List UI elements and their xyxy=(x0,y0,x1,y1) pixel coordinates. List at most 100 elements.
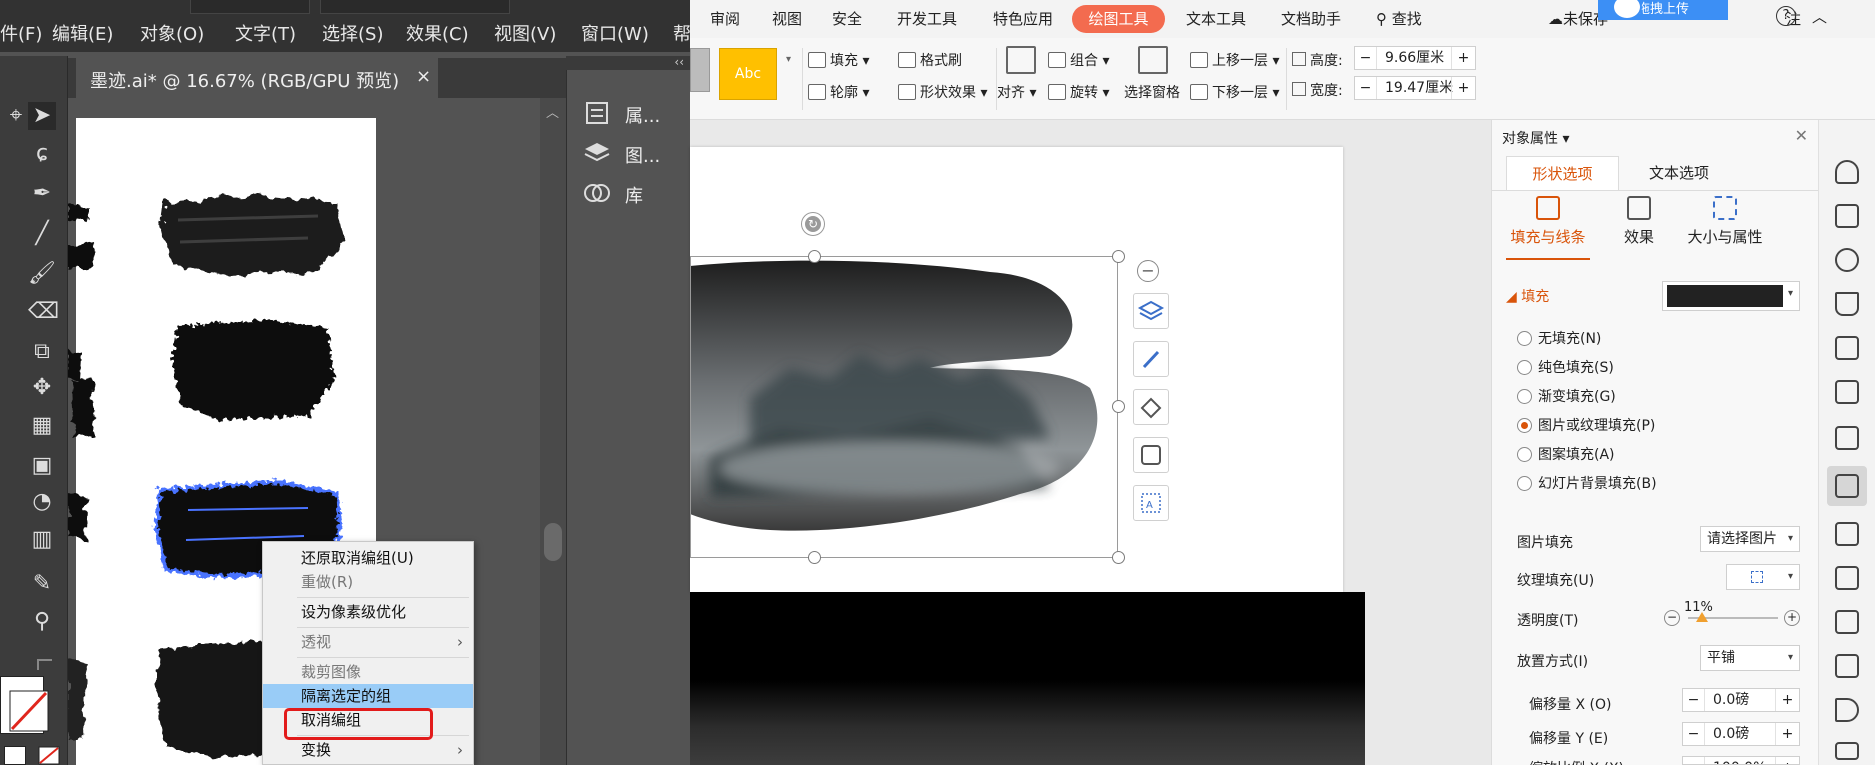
height-input[interactable]: − 9.66厘米 + xyxy=(1354,46,1476,70)
collapse-panels-icon[interactable]: ‹‹ xyxy=(674,55,684,69)
width-decrease-button[interactable]: − xyxy=(1355,77,1377,99)
zoom-tool-icon[interactable]: ⚲ xyxy=(28,608,56,636)
star-icon[interactable] xyxy=(1835,160,1859,184)
canvas-vertical-scrollbar[interactable]: ︿ xyxy=(540,98,566,765)
archive-icon[interactable] xyxy=(1835,610,1859,634)
offset-x-decrease[interactable]: − xyxy=(1683,689,1705,711)
color-mode-icon[interactable] xyxy=(4,746,26,765)
audio-icon[interactable] xyxy=(1835,698,1859,722)
shape-style-swatch-gray[interactable] xyxy=(690,48,710,92)
gradient-tool-icon[interactable]: ▣ xyxy=(28,452,56,480)
scale-tool-icon[interactable]: ⧉ xyxy=(28,338,56,366)
resize-handle-bottom[interactable] xyxy=(808,551,821,564)
menu-file[interactable]: 件(F) xyxy=(0,20,42,46)
format-painter-button[interactable]: 格式刷 xyxy=(898,50,962,70)
group-button[interactable]: 组合 ▾ xyxy=(1048,50,1109,70)
offset-y-input[interactable]: −0.0磅 + xyxy=(1682,722,1800,746)
float-text-icon[interactable]: A xyxy=(1133,485,1169,521)
float-layers-icon[interactable] xyxy=(1133,293,1169,329)
line-tool-icon[interactable]: ╱ xyxy=(28,220,56,248)
menu-item-undo-ungroup[interactable]: 还原取消编组(U) xyxy=(263,546,473,570)
perspective-grid-icon[interactable]: ▦ xyxy=(28,412,56,440)
pen-tool-icon[interactable]: ✒ xyxy=(28,180,56,208)
menu-select[interactable]: 选择(S) xyxy=(322,20,383,46)
height-decrease-button[interactable]: − xyxy=(1355,47,1377,69)
resize-handle-top[interactable] xyxy=(808,250,821,263)
control-field[interactable] xyxy=(320,0,510,14)
export-icon[interactable] xyxy=(1835,566,1859,590)
subtab-effects[interactable]: 效果 xyxy=(1614,196,1664,247)
menu-effect[interactable]: 效果(C) xyxy=(406,20,469,46)
scroll-thumb[interactable] xyxy=(544,523,562,561)
menu-item-crop-image[interactable]: 裁剪图像 xyxy=(263,660,473,684)
blend-tool-icon[interactable]: ◔ xyxy=(28,488,56,516)
float-outline-icon[interactable] xyxy=(1133,437,1169,473)
resize-handle-right[interactable] xyxy=(1112,400,1125,413)
control-field[interactable] xyxy=(190,0,310,14)
menu-item-isolate-group[interactable]: 隔离选定的组 xyxy=(263,684,473,708)
rotate-button[interactable]: 旋转 ▾ xyxy=(1048,82,1109,102)
float-brush-icon[interactable] xyxy=(1133,341,1169,377)
menu-window[interactable]: 窗口(W) xyxy=(581,20,649,46)
menu-item-pixel-optimize[interactable]: 设为像素级优化 xyxy=(263,600,473,624)
collapse-ribbon-icon[interactable]: ︿ xyxy=(1812,6,1827,27)
selection-pane-icon[interactable] xyxy=(1138,46,1168,74)
menu-edit[interactable]: 编辑(E) xyxy=(52,20,113,46)
menu-view[interactable]: 视图(V) xyxy=(494,20,556,46)
shape-effects-button[interactable]: 形状效果 ▾ xyxy=(898,82,987,102)
menu-type[interactable]: 文字(T) xyxy=(235,20,296,46)
tab-security[interactable]: 安全 xyxy=(832,8,862,29)
tab-review[interactable]: 审阅 xyxy=(710,8,740,29)
fill-section-header[interactable]: ◢ 填充 xyxy=(1506,286,1549,306)
transparency-decrease-button[interactable]: − xyxy=(1664,610,1680,626)
tab-drawing-tools[interactable]: 绘图工具 xyxy=(1072,5,1165,33)
none-mode-icon[interactable] xyxy=(38,746,60,765)
width-input[interactable]: − 19.47厘米 + xyxy=(1354,76,1476,100)
more-icon[interactable] xyxy=(1835,742,1859,760)
radio-slide-bg-fill[interactable]: 幻灯片背景填充(B) xyxy=(1517,473,1657,493)
scale-x-decrease[interactable]: − xyxy=(1683,757,1705,764)
search-button[interactable]: ⚲ 查找 xyxy=(1376,8,1422,29)
shapes-icon[interactable] xyxy=(1835,248,1859,272)
grid-icon[interactable] xyxy=(1835,380,1859,404)
texture-fill-dropdown[interactable]: ▾ xyxy=(1726,564,1800,590)
bring-forward-button[interactable]: 上移一层 ▾ xyxy=(1190,50,1279,70)
radio-no-fill[interactable]: 无填充(N) xyxy=(1517,328,1601,348)
layers-panel-button[interactable]: 图... xyxy=(567,134,691,172)
menu-item-redo[interactable]: 重做(R) xyxy=(263,570,473,594)
fill-button[interactable]: 填充 ▾ xyxy=(808,50,869,70)
rotate-handle-icon[interactable]: ↻ xyxy=(802,213,824,235)
selection-tool-icon[interactable]: ➤ xyxy=(28,102,56,130)
offset-x-input[interactable]: −0.0磅 + xyxy=(1682,688,1800,712)
selection-pane-button[interactable]: 选择窗格 xyxy=(1124,82,1180,102)
radio-solid-fill[interactable]: 纯色填充(S) xyxy=(1517,357,1614,377)
direct-select-icon[interactable]: ⌖ xyxy=(2,102,30,130)
transparency-increase-button[interactable]: + xyxy=(1784,610,1800,626)
puppet-warp-icon[interactable]: ✥ xyxy=(28,374,56,402)
lasso-icon[interactable]: ɕ xyxy=(28,140,56,168)
stack-icon[interactable] xyxy=(1835,292,1859,316)
offset-y-decrease[interactable]: − xyxy=(1683,723,1705,745)
scale-x-input[interactable]: − 100.0% + xyxy=(1682,756,1800,765)
fill-color-dropdown[interactable]: ▾ xyxy=(1662,281,1800,311)
copy-icon[interactable] xyxy=(1835,204,1859,228)
offset-x-increase[interactable]: + xyxy=(1775,689,1799,711)
float-fill-icon[interactable] xyxy=(1133,389,1169,425)
radio-pattern-fill[interactable]: 图案填充(A) xyxy=(1517,444,1615,464)
subtab-fill-line[interactable]: 填充与线条 xyxy=(1506,196,1590,260)
paintbrush-icon[interactable]: 🖌 xyxy=(28,260,56,288)
tab-developer[interactable]: 开发工具 xyxy=(897,8,957,29)
scroll-up-icon[interactable]: ︿ xyxy=(546,102,559,121)
outline-button[interactable]: 轮廓 ▾ xyxy=(808,82,869,102)
menu-item-perspective[interactable]: 透视 › xyxy=(263,630,473,654)
picture-fill-dropdown[interactable]: 请选择图片 ▾ xyxy=(1700,526,1800,552)
libraries-panel-button[interactable]: 库 xyxy=(567,174,691,212)
document-tab[interactable]: 墨迹.ai* @ 16.67% (RGB/GPU 预览) × xyxy=(76,58,439,98)
stroke-none-swatch[interactable] xyxy=(2,683,52,739)
panel-collapse-bar[interactable]: ‹‹ xyxy=(566,56,690,70)
tab-text-options[interactable]: 文本选项 xyxy=(1619,156,1739,190)
resize-handle-top-right[interactable] xyxy=(1112,250,1125,263)
styles-more-icon[interactable]: ▾ xyxy=(786,54,791,65)
scale-x-increase[interactable]: + xyxy=(1775,757,1799,764)
swap-colors-icon[interactable] xyxy=(34,656,58,674)
